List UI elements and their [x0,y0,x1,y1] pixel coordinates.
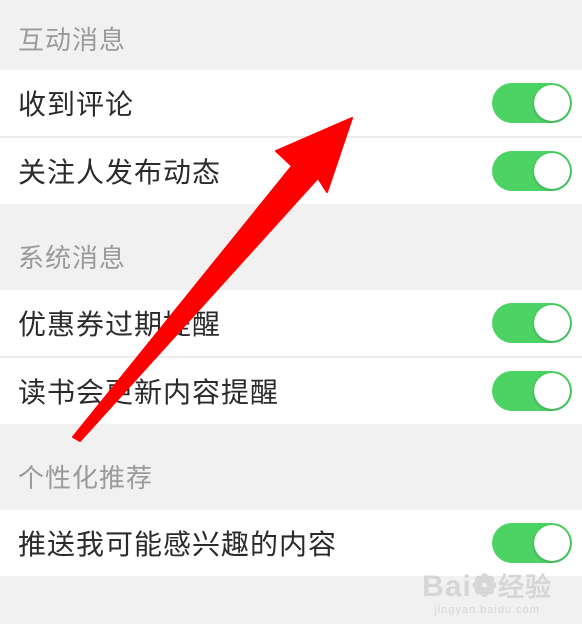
toggle-switch-bookclub-updates[interactable] [492,371,572,411]
setting-row-push-interests: 推送我可能感兴趣的内容 [0,510,582,576]
setting-row-coupon-expiry: 优惠券过期提醒 [0,290,582,356]
setting-label: 读书会更新内容提醒 [18,376,280,409]
section-header-system: 系统消息 [18,244,127,274]
section-header-personalized: 个性化推荐 [18,464,154,494]
toggle-knob [534,373,570,409]
watermark-site: jingyan.baidu.com [434,604,540,616]
watermark-logo: Bai❁经验 [422,570,552,603]
toggle-knob [534,85,570,121]
paw-icon: ❁ [471,570,498,603]
setting-row-bookclub-updates: 读书会更新内容提醒 [0,358,582,424]
setting-label: 关注人发布动态 [18,156,222,189]
toggle-switch-followee-posts[interactable] [492,151,572,191]
toggle-knob [534,153,570,189]
section-header-interaction: 互动消息 [18,26,127,56]
setting-label: 推送我可能感兴趣的内容 [18,528,338,561]
toggle-knob [534,305,570,341]
setting-row-followee-posts: 关注人发布动态 [0,138,582,204]
toggle-switch-receive-comments[interactable] [492,83,572,123]
toggle-knob [534,525,570,561]
toggle-switch-push-interests[interactable] [492,523,572,563]
watermark: Bai❁经验 jingyan.baidu.com [422,570,552,617]
setting-label: 收到评论 [18,88,135,121]
setting-label: 优惠券过期提醒 [18,308,222,341]
toggle-switch-coupon-expiry[interactable] [492,303,572,343]
setting-row-receive-comments: 收到评论 [0,70,582,136]
